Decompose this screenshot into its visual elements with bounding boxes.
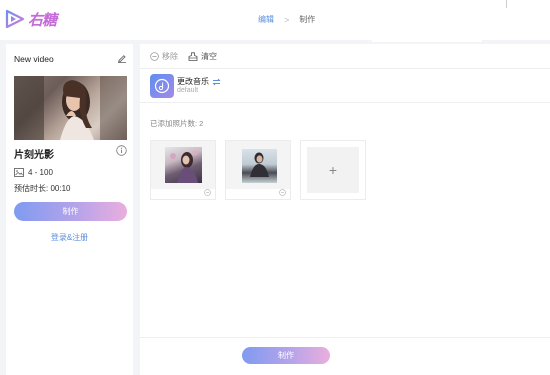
step-edit[interactable]: 编辑 [258,14,274,25]
logo-mark-icon [5,9,25,29]
step-make: 制作 [299,15,316,24]
photo-card[interactable] [225,140,291,200]
photo-thumbnail-frame [151,141,215,189]
add-photo-plus-icon: + [307,147,359,193]
image-icon [14,168,24,177]
bottom-action-bar: 制作 [140,337,550,375]
info-icon[interactable] [116,145,127,156]
video-title: New video [14,54,54,64]
change-music-link[interactable]: 更改音乐 [177,76,221,87]
music-row: 更改音乐 default [140,70,550,103]
delete-photo-icon[interactable] [204,189,211,196]
clear-button[interactable]: 清空 [188,51,217,62]
tab-strip [372,39,482,42]
remove-icon [150,51,159,61]
photo-thumbnail [165,147,202,183]
photo-thumbnail [242,149,277,183]
clear-broom-icon [188,51,198,61]
top-bar: 右糖 编辑 > 制作 [0,0,550,40]
logo-text: 右糖 [28,10,57,29]
photo-toolbar: 移除 清空 [140,44,550,69]
added-photo-count: 已添加照片数: 2 [150,119,204,128]
make-button-sidebar[interactable]: 制作 [14,202,127,221]
top-divider [506,0,516,8]
app-logo[interactable]: 右糖 [4,7,57,31]
remove-label: 移除 [162,51,178,61]
music-disc-icon[interactable] [150,74,174,98]
editor-panel: 移除 清空 更改音乐 default 已添加照片数: 2 + 制作 [140,44,550,375]
template-cover-image [14,76,127,140]
template-name: 片刻光影 [14,150,54,161]
make-button[interactable]: 制作 [242,347,330,364]
change-music-label: 更改音乐 [177,77,209,86]
template-panel: New video 片刻光影 4 - 100 预估时长: 00:10 制作 登录… [6,44,133,375]
photo-thumbnail-frame [226,141,290,189]
photo-card[interactable] [150,140,216,200]
step-breadcrumb: 编辑 > 制作 [258,14,315,25]
remove-button[interactable]: 移除 [150,51,178,62]
swap-icon [212,78,221,85]
clear-label: 清空 [201,51,217,61]
photo-range-text: 4 - 100 [28,168,53,177]
add-photo-button[interactable]: + [300,140,366,200]
delete-photo-icon[interactable] [279,189,286,196]
edit-pencil-icon[interactable] [117,53,127,63]
estimated-duration: 预估时长: 00:10 [14,184,71,193]
music-name: default [177,87,199,94]
step-separator-icon: > [284,14,290,25]
cover-portrait [14,76,127,140]
photo-range: 4 - 100 [14,168,53,177]
login-register-link[interactable]: 登录&注册 [6,232,133,243]
